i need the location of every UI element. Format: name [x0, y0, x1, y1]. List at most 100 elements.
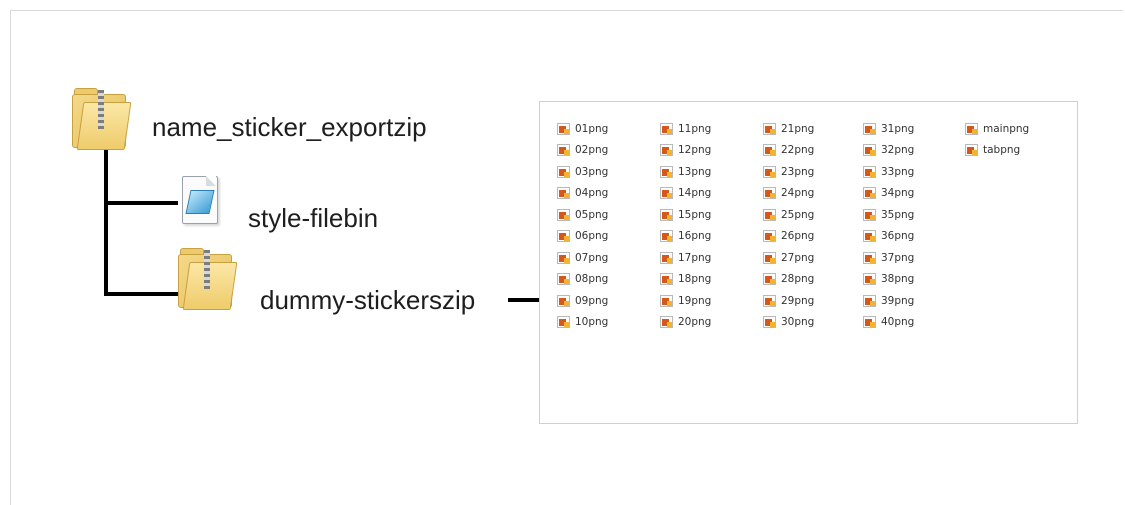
file-item[interactable]: 23png	[763, 161, 814, 183]
file-item[interactable]: 12png	[660, 140, 711, 162]
file-item[interactable]: 27png	[763, 247, 814, 269]
png-image-icon	[763, 122, 776, 135]
file-item[interactable]: 16png	[660, 226, 711, 248]
file-name: 22png	[781, 144, 815, 157]
png-image-icon	[557, 165, 570, 178]
root-zip-label: name_sticker_exportzip	[152, 112, 427, 142]
file-column: 31png 32png 33png 34png 35png 36png 37png 38png…	[863, 118, 914, 333]
png-image-icon	[660, 144, 673, 157]
file-item[interactable]: 38png	[863, 269, 914, 291]
png-image-icon	[763, 208, 776, 221]
file-name: 26png	[781, 230, 815, 243]
png-image-icon	[763, 144, 776, 157]
png-image-icon	[863, 122, 876, 135]
png-image-icon	[763, 273, 776, 286]
png-image-icon	[660, 230, 673, 243]
png-image-icon	[763, 230, 776, 243]
file-item[interactable]: 32png	[863, 140, 914, 162]
dummy-stickers-label: dummy-stickerszip	[260, 285, 476, 315]
png-image-icon	[863, 316, 876, 329]
file-name: 15png	[678, 208, 712, 221]
file-item[interactable]: 15png	[660, 204, 711, 226]
file-name: 12png	[678, 144, 712, 157]
file-name: 25png	[781, 208, 815, 221]
file-item[interactable]: 20png	[660, 312, 711, 334]
zip-folder-icon	[72, 86, 132, 150]
file-name: 02png	[575, 144, 609, 157]
file-name: 38png	[881, 273, 915, 286]
file-name: 01png	[575, 122, 609, 135]
file-item[interactable]: 13png	[660, 161, 711, 183]
file-item[interactable]: 05png	[557, 204, 608, 226]
file-item[interactable]: 36png	[863, 226, 914, 248]
file-name: 31png	[881, 122, 915, 135]
png-image-icon	[965, 144, 978, 157]
png-image-icon	[763, 165, 776, 178]
file-item[interactable]: 33png	[863, 161, 914, 183]
png-image-icon	[660, 122, 673, 135]
file-item[interactable]: 10png	[557, 312, 608, 334]
file-name: 21png	[781, 122, 815, 135]
file-name: 32png	[881, 144, 915, 157]
png-image-icon	[660, 316, 673, 329]
file-item[interactable]: 09png	[557, 290, 608, 312]
file-item[interactable]: 04png	[557, 183, 608, 205]
file-name: 09png	[575, 294, 609, 307]
file-item[interactable]: 22png	[763, 140, 814, 162]
png-image-icon	[763, 187, 776, 200]
file-item[interactable]: 35png	[863, 204, 914, 226]
file-item[interactable]: 01png	[557, 118, 608, 140]
file-item[interactable]: 21png	[763, 118, 814, 140]
file-item[interactable]: 29png	[763, 290, 814, 312]
file-name: 36png	[881, 230, 915, 243]
png-image-icon	[557, 230, 570, 243]
png-image-icon	[557, 294, 570, 307]
file-item[interactable]: 25png	[763, 204, 814, 226]
file-item[interactable]: 19png	[660, 290, 711, 312]
file-name: 35png	[881, 208, 915, 221]
file-item[interactable]: 30png	[763, 312, 814, 334]
file-name: mainpng	[983, 122, 1030, 135]
file-name: 10png	[575, 316, 609, 329]
file-name: 13png	[678, 165, 712, 178]
file-name: tabpng	[983, 144, 1021, 157]
png-image-icon	[660, 251, 673, 264]
file-item[interactable]: 24png	[763, 183, 814, 205]
file-item[interactable]: mainpng	[965, 118, 1029, 140]
file-item[interactable]: tabpng	[965, 140, 1029, 162]
png-image-icon	[660, 187, 673, 200]
file-item[interactable]: 31png	[863, 118, 914, 140]
png-image-icon	[557, 208, 570, 221]
file-item[interactable]: 11png	[660, 118, 711, 140]
file-item[interactable]: 28png	[763, 269, 814, 291]
file-item[interactable]: 06png	[557, 226, 608, 248]
png-image-icon	[965, 122, 978, 135]
file-item[interactable]: 34png	[863, 183, 914, 205]
tree-connector-to-style-file	[104, 201, 178, 205]
png-image-icon	[557, 187, 570, 200]
png-image-icon	[863, 187, 876, 200]
file-name: 11png	[678, 122, 712, 135]
png-image-icon	[863, 165, 876, 178]
file-item[interactable]: 08png	[557, 269, 608, 291]
file-item[interactable]: 37png	[863, 247, 914, 269]
file-item[interactable]: 17png	[660, 247, 711, 269]
file-column: 01png 02png 03png 04png 05png 06png 07png 08png…	[557, 118, 608, 333]
file-item[interactable]: 39png	[863, 290, 914, 312]
png-image-icon	[863, 208, 876, 221]
file-item[interactable]: 26png	[763, 226, 814, 248]
file-item[interactable]: 40png	[863, 312, 914, 334]
file-item[interactable]: 03png	[557, 161, 608, 183]
file-name: 16png	[678, 230, 712, 243]
file-name: 37png	[881, 251, 915, 264]
file-name: 34png	[881, 187, 915, 200]
file-item[interactable]: 14png	[660, 183, 711, 205]
zip-contents-panel: 01png 02png 03png 04png 05png 06png 07png 08png…	[539, 101, 1078, 424]
file-name: 23png	[781, 165, 815, 178]
file-name: 04png	[575, 187, 609, 200]
png-image-icon	[557, 122, 570, 135]
file-item[interactable]: 02png	[557, 140, 608, 162]
file-name: 33png	[881, 165, 915, 178]
file-item[interactable]: 07png	[557, 247, 608, 269]
file-item[interactable]: 18png	[660, 269, 711, 291]
